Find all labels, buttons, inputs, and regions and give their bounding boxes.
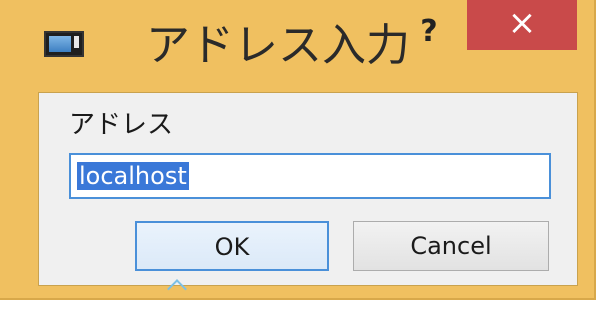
close-button[interactable]: × xyxy=(467,0,577,50)
dialog-window: アドレス入力 ? × アドレス localhost OK Cancel xyxy=(0,0,596,300)
app-icon-mark xyxy=(74,36,79,48)
cancel-button[interactable]: Cancel xyxy=(353,221,549,271)
address-input-value: localhost xyxy=(77,162,189,190)
address-label: アドレス xyxy=(69,110,174,140)
application-window-icon xyxy=(44,31,84,57)
app-icon-screen xyxy=(49,36,71,52)
help-button[interactable]: ? xyxy=(400,12,458,52)
close-icon: × xyxy=(507,3,537,43)
help-icon: ? xyxy=(420,14,438,49)
dialog-body: アドレス localhost OK Cancel xyxy=(38,92,578,286)
title-bar[interactable]: アドレス入力 ? × xyxy=(0,0,596,88)
ok-button[interactable]: OK xyxy=(135,221,329,271)
address-input[interactable]: localhost xyxy=(69,153,551,199)
dialog-title: アドレス入力 xyxy=(146,20,410,71)
